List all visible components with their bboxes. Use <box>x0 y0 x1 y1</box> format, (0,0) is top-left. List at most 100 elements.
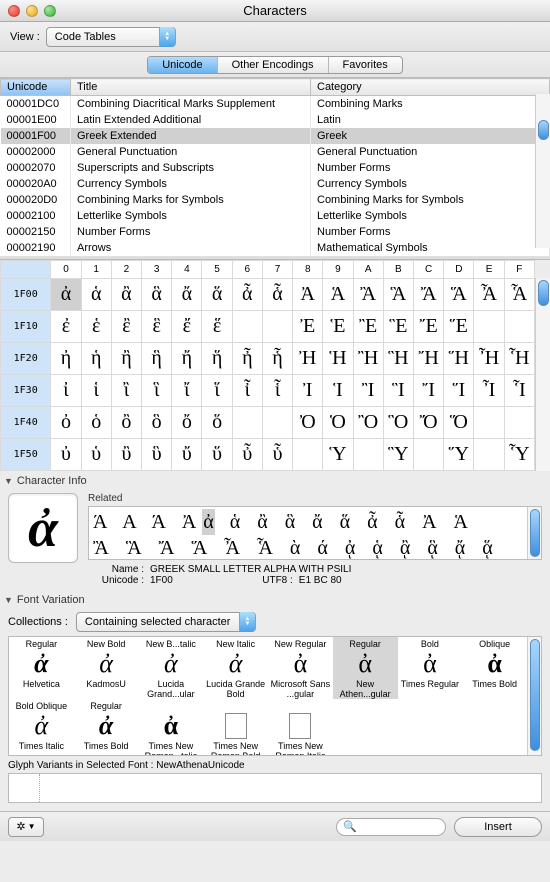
char-cell[interactable] <box>474 439 504 471</box>
char-cell[interactable]: Ἴ <box>414 375 444 407</box>
char-cell[interactable]: Ὀ <box>293 407 323 439</box>
zoom-window-button[interactable] <box>44 5 56 17</box>
fontgrid-scrollbar[interactable] <box>527 637 541 755</box>
font-item[interactable]: RegularἀNew Athen...gular <box>333 637 398 699</box>
char-cell[interactable]: ἃ <box>142 279 172 311</box>
char-cell[interactable]: ἢ <box>111 343 141 375</box>
col-category[interactable]: Category <box>311 79 550 96</box>
block-row[interactable]: 00002100Letterlike SymbolsLetterlike Sym… <box>1 208 550 224</box>
char-cell[interactable]: ἄ <box>172 279 202 311</box>
font-item[interactable]: New BoldἀKadmosU <box>74 637 139 699</box>
char-cell[interactable]: Ἔ <box>414 311 444 343</box>
block-row[interactable]: 00001DC0Combining Diacritical Marks Supp… <box>1 96 550 112</box>
char-cell[interactable] <box>232 311 262 343</box>
char-cell[interactable] <box>474 407 504 439</box>
char-cell[interactable]: Ἀ <box>293 279 323 311</box>
char-cell[interactable]: Ἄ <box>414 279 444 311</box>
char-cell[interactable]: Ἒ <box>353 311 383 343</box>
close-window-button[interactable] <box>8 5 20 17</box>
block-row[interactable]: 00002150Number FormsNumber Forms <box>1 224 550 240</box>
char-cell[interactable]: ὄ <box>172 407 202 439</box>
col-unicode[interactable]: Unicode <box>1 79 71 96</box>
tab-other-encodings[interactable]: Other Encodings <box>218 57 329 73</box>
char-cell[interactable] <box>232 407 262 439</box>
char-cell[interactable]: ἆ <box>232 279 262 311</box>
block-row[interactable]: 00002190ArrowsMathematical Symbols <box>1 240 550 256</box>
char-cell[interactable]: ὃ <box>142 407 172 439</box>
char-cell[interactable]: ὅ <box>202 407 232 439</box>
char-cell[interactable]: ἱ <box>81 375 111 407</box>
char-cell[interactable]: ἡ <box>81 343 111 375</box>
char-cell[interactable]: ὑ <box>81 439 111 471</box>
char-cell[interactable] <box>474 311 504 343</box>
char-cell[interactable]: ἳ <box>142 375 172 407</box>
block-row[interactable]: 00002000General PunctuationGeneral Punct… <box>1 144 550 160</box>
char-cell[interactable]: Ἱ <box>323 375 353 407</box>
char-cell[interactable]: Ἶ <box>474 375 504 407</box>
char-cell[interactable]: Ὗ <box>504 439 534 471</box>
char-cell[interactable]: ἴ <box>172 375 202 407</box>
char-cell[interactable]: Ἳ <box>383 375 413 407</box>
char-cell[interactable]: ἑ <box>81 311 111 343</box>
char-cell[interactable] <box>504 311 534 343</box>
char-cell[interactable]: ἒ <box>111 311 141 343</box>
related-selected[interactable]: ἀ <box>202 509 214 535</box>
char-cell[interactable]: ἠ <box>51 343 81 375</box>
char-cell[interactable]: ἧ <box>262 343 292 375</box>
char-cell[interactable]: ἀ <box>51 279 81 311</box>
char-cell[interactable]: ὕ <box>202 439 232 471</box>
char-cell[interactable] <box>353 439 383 471</box>
font-item[interactable]: ἀTimes New Roman...talic <box>139 699 204 756</box>
char-cell[interactable]: ἶ <box>232 375 262 407</box>
related-chars[interactable]: Ά Α Ά Ἀἀ ἁ ἂ ἃ ἄ ἅ ἆ ἇ Ἀ Ἁ Ἂ Ἃ Ἄ Ἅ Ἆ Ἇ ὰ… <box>88 506 542 560</box>
font-item[interactable]: Bold ObliqueἀTimes Italic <box>9 699 74 756</box>
char-cell[interactable]: ὁ <box>81 407 111 439</box>
block-row[interactable]: 000020A0Currency SymbolsCurrency Symbols <box>1 176 550 192</box>
font-item[interactable]: ObliqueἀTimes Bold <box>462 637 527 699</box>
char-cell[interactable]: ὐ <box>51 439 81 471</box>
char-cell[interactable] <box>504 407 534 439</box>
char-cell[interactable]: Ἡ <box>323 343 353 375</box>
char-cell[interactable]: ἷ <box>262 375 292 407</box>
char-cell[interactable]: ὀ <box>51 407 81 439</box>
char-cell[interactable]: Ἂ <box>353 279 383 311</box>
char-cell[interactable]: ἕ <box>202 311 232 343</box>
char-cell[interactable]: Ὂ <box>353 407 383 439</box>
char-cell[interactable]: ὒ <box>111 439 141 471</box>
char-cell[interactable]: ὗ <box>262 439 292 471</box>
char-cell[interactable]: Ἢ <box>353 343 383 375</box>
char-cell[interactable]: Ἆ <box>474 279 504 311</box>
char-cell[interactable]: Ἠ <box>293 343 323 375</box>
char-cell[interactable]: ἰ <box>51 375 81 407</box>
char-cell[interactable]: Ἰ <box>293 375 323 407</box>
char-cell[interactable]: Ἁ <box>323 279 353 311</box>
char-cell[interactable]: Ὓ <box>383 439 413 471</box>
char-cell[interactable]: Ὑ <box>323 439 353 471</box>
collections-select[interactable]: Containing selected character ▲▼ <box>76 612 256 632</box>
char-cell[interactable]: ὓ <box>142 439 172 471</box>
char-cell[interactable]: ἦ <box>232 343 262 375</box>
char-cell[interactable]: Ἲ <box>353 375 383 407</box>
font-item[interactable]: RegularἀTimes Bold <box>74 699 139 756</box>
block-row[interactable]: 00002070Superscripts and SubscriptsNumbe… <box>1 160 550 176</box>
font-item[interactable]: New ItalicἀLucida Grande Bold <box>203 637 268 699</box>
char-cell[interactable]: Ἷ <box>504 375 534 407</box>
char-cell[interactable]: ἂ <box>111 279 141 311</box>
char-cell[interactable]: Ἇ <box>504 279 534 311</box>
char-cell[interactable]: ἥ <box>202 343 232 375</box>
charinfo-disclosure[interactable]: ▼ Character Info <box>0 471 550 489</box>
action-menu-button[interactable]: ✲ ▼ <box>8 817 44 837</box>
char-cell[interactable]: Ἤ <box>414 343 444 375</box>
char-cell[interactable]: Ἐ <box>293 311 323 343</box>
char-cell[interactable] <box>262 407 292 439</box>
char-cell[interactable]: ὖ <box>232 439 262 471</box>
char-cell[interactable]: Ὁ <box>323 407 353 439</box>
char-cell[interactable]: Ὕ <box>444 439 474 471</box>
font-item[interactable]: New B...talicἀLucida Grand...ular <box>139 637 204 699</box>
char-cell[interactable]: Ὅ <box>444 407 474 439</box>
char-cell[interactable]: ἓ <box>142 311 172 343</box>
tab-favorites[interactable]: Favorites <box>329 57 402 73</box>
char-cell[interactable]: ἅ <box>202 279 232 311</box>
char-cell[interactable]: ὔ <box>172 439 202 471</box>
char-cell[interactable]: ἤ <box>172 343 202 375</box>
